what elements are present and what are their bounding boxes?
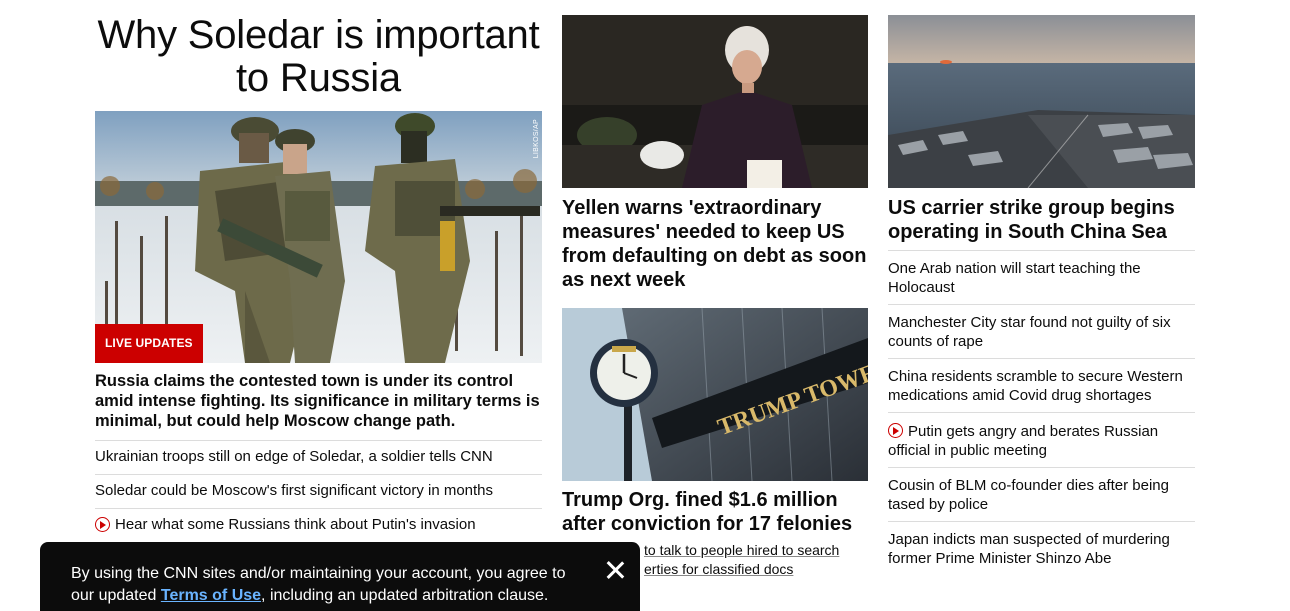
list-item[interactable]: Manchester City star found not guilty of… (888, 305, 1195, 359)
close-icon[interactable] (604, 559, 626, 581)
link-text[interactable]: Cousin of BLM co-founder dies after bein… (888, 476, 1195, 514)
trump-tower-photo: TRUMP TOWER (562, 308, 868, 481)
carrier-headline[interactable]: US carrier strike group begins operating… (888, 188, 1195, 250)
consent-text-end: , including an updated arbitration claus… (261, 587, 549, 604)
link-label: Putin gets angry and berates Russian off… (888, 423, 1159, 459)
related-link-line[interactable]: to talk to people hired to search (644, 541, 868, 560)
lead-story: Why Soledar is important to Russia LIBKO… (95, 0, 542, 543)
play-video-icon (95, 517, 110, 532)
trump-headline[interactable]: Trump Org. fined $1.6 million after conv… (562, 481, 868, 536)
yellen-photo (562, 15, 868, 188)
link-text[interactable]: Japan indicts man suspected of murdering… (888, 530, 1195, 568)
list-item[interactable]: One Arab nation will start teaching the … (888, 251, 1195, 305)
list-item[interactable]: Hear what some Russians think about Puti… (95, 509, 542, 543)
link-text[interactable]: Putin gets angry and berates Russian off… (888, 421, 1195, 460)
consent-message: By using the CNN sites and/or maintainin… (71, 563, 570, 607)
related-link-line[interactable]: erties for classified docs (644, 560, 868, 579)
list-item[interactable]: Putin gets angry and berates Russian off… (888, 413, 1195, 468)
yellen-image[interactable] (562, 15, 868, 188)
list-item[interactable]: Soledar could be Moscow's first signific… (95, 475, 542, 509)
lead-image[interactable]: LIBKOS/AP LIVE UPDATES (95, 111, 542, 363)
link-text[interactable]: One Arab nation will start teaching the … (888, 259, 1195, 297)
link-text[interactable]: Hear what some Russians think about Puti… (115, 515, 476, 534)
list-item[interactable]: Ukrainian troops still on edge of Soleda… (95, 441, 542, 475)
terms-consent-banner: By using the CNN sites and/or maintainin… (40, 542, 640, 611)
live-updates-badge[interactable]: LIVE UPDATES (95, 324, 203, 363)
middle-stories: Yellen warns 'extraordinary measures' ne… (562, 0, 868, 579)
lead-summary[interactable]: Russia claims the contested town is unde… (95, 363, 542, 440)
right-stories: US carrier strike group begins operating… (888, 0, 1195, 575)
yellen-headline[interactable]: Yellen warns 'extraordinary measures' ne… (562, 188, 868, 292)
right-links: One Arab nation will start teaching the … (888, 250, 1195, 575)
list-item[interactable]: Japan indicts man suspected of murdering… (888, 522, 1195, 575)
lead-title[interactable]: Why Soledar is important to Russia (95, 0, 542, 111)
photo-credit: LIBKOS/AP (533, 119, 540, 159)
list-item[interactable]: Cousin of BLM co-founder dies after bein… (888, 468, 1195, 522)
lead-related-links: Ukrainian troops still on edge of Soleda… (95, 440, 542, 543)
play-video-icon (888, 423, 903, 438)
link-text[interactable]: Manchester City star found not guilty of… (888, 313, 1195, 351)
terms-of-use-link[interactable]: Terms of Use (161, 587, 261, 604)
link-text[interactable]: Ukrainian troops still on edge of Soleda… (95, 447, 493, 466)
carrier-photo (888, 15, 1195, 188)
link-text[interactable]: Soledar could be Moscow's first signific… (95, 481, 493, 500)
link-text[interactable]: China residents scramble to secure Weste… (888, 367, 1195, 405)
carrier-image[interactable] (888, 15, 1195, 188)
list-item[interactable]: China residents scramble to secure Weste… (888, 359, 1195, 413)
trump-tower-image[interactable]: TRUMP TOWER (562, 308, 868, 481)
